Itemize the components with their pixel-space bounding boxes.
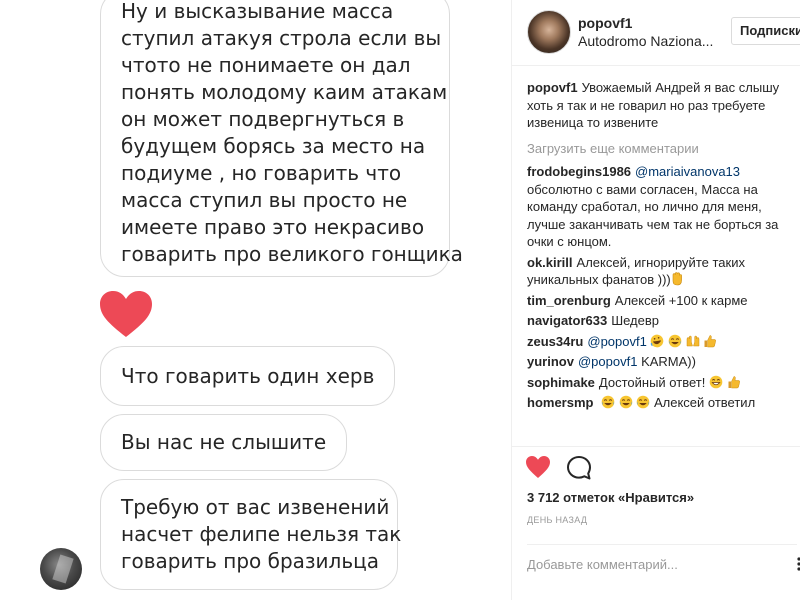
comment-username[interactable]: ok.kirill [527, 255, 573, 270]
tears-of-joy-emoji-icon [668, 334, 682, 347]
thumbs-up-emoji-icon [728, 375, 740, 388]
message-line: ступил атакуя строла если вы [121, 26, 442, 50]
likes-count[interactable]: 3 712 отметок «Нравится» [527, 490, 694, 505]
comment-username[interactable]: navigator633 [527, 313, 607, 328]
post-panel: popovf1 Autodromo Naziona... Подписки po… [511, 0, 800, 600]
tears-of-joy-emoji-icon [601, 395, 615, 409]
comment-username[interactable]: frodobegins1986 [527, 164, 631, 179]
comment-text: Достойный ответ! [598, 374, 706, 390]
tears-of-joy-emoji-icon [637, 395, 650, 409]
message-line: говарить про великого гонщика [121, 242, 463, 266]
raised-hand-emoji-icon [672, 272, 682, 286]
sender-avatar[interactable] [40, 548, 82, 590]
caption: popovf1 Увожаемый Андрей я вас слышу хоть… [527, 79, 800, 132]
load-more-comments-button[interactable]: Загрузить еще комментарии [527, 140, 800, 158]
comment-username[interactable]: homersmp [527, 395, 593, 410]
comment: homersmp Алексей ответил [527, 394, 800, 412]
direct-message-panel: Ну и высказывание масса ступил атакуя ст… [0, 0, 500, 600]
message-bubble: Что говарить один херв [100, 346, 396, 406]
comment-username[interactable]: zeus34ru [527, 334, 583, 349]
message-line: имеете право это некрасиво [121, 215, 425, 239]
tears-of-joy-emoji-icon [619, 395, 633, 409]
post-timestamp[interactable]: день назад [527, 515, 587, 525]
message-line: Ну и высказывание масса [121, 0, 394, 23]
more-options-icon[interactable] [793, 556, 800, 572]
message-line: Требую от вас извенений [121, 495, 390, 519]
comment-text: обсолютно с вами согласен, Масса на кома… [527, 181, 779, 250]
message-bubble: Требую от вас извенений насчет фелипе не… [100, 479, 402, 590]
comment-icon[interactable] [566, 455, 592, 481]
heart-icon [100, 291, 152, 337]
raising-hands-emoji-icon [686, 335, 699, 346]
comment: ok.kirill Алексей, игнорируйте таких уник… [527, 254, 800, 289]
comment-username[interactable]: tim_orenburg [527, 293, 611, 308]
comments-list: popovf1 Увожаемый Андрей я вас слышу хоть… [527, 79, 800, 415]
avatar[interactable] [527, 10, 571, 54]
comment-username[interactable]: sophimake [527, 375, 595, 390]
message-line: будущем борясь за место на [121, 134, 426, 158]
add-comment-section [527, 544, 797, 584]
comment: frodobegins1986 @mariaivanova13 обсолютно… [527, 163, 800, 251]
comment: sophimake Достойный ответ! [527, 374, 800, 392]
comment: yurinov @popovf1 KARMA)) [527, 353, 800, 371]
comment-username[interactable]: yurinov [527, 354, 574, 369]
thumbs-up-emoji-icon [704, 334, 717, 347]
comment: navigator633 Шедевр [527, 312, 800, 330]
grinning-emoji-icon [709, 375, 723, 388]
location-link[interactable]: Autodromo Naziona... [578, 33, 713, 49]
comment-text: Алексей +100 к карме [614, 292, 748, 308]
post-header: popovf1 Autodromo Naziona... Подписки [512, 0, 800, 66]
message-line: масса ступил вы просто не [121, 188, 408, 212]
message-bubble: Ну и высказывание масса ступил атакуя ст… [100, 0, 463, 277]
comment: tim_orenburg Алексей +100 к карме [527, 292, 800, 310]
heart-like-icon[interactable] [525, 455, 551, 479]
comment: zeus34ru @popovf1 [527, 333, 800, 351]
comment-text: KARMA)) [641, 354, 696, 369]
comment-input[interactable] [527, 551, 797, 577]
comment-text: Алексей ответил [653, 395, 756, 410]
message-line: он может подвергнуться в [121, 107, 405, 131]
comment-mention[interactable]: @popovf1 [578, 354, 637, 369]
message-line: подиуме , но говарить что [121, 161, 402, 185]
comment-mention[interactable]: @popovf1 [587, 334, 646, 349]
comment-text: Шедевр [611, 313, 660, 328]
following-button[interactable]: Подписки [731, 17, 800, 45]
message-line: говарить про бразильца [121, 549, 379, 573]
message-line: понять молодому каим атакам [121, 80, 448, 104]
message-text: Вы нас не слышите [121, 430, 327, 454]
message-line: насчет фелипе нельзя так [121, 522, 402, 546]
comment-username[interactable]: popovf1 [527, 80, 578, 95]
rofl-emoji-icon [651, 334, 664, 347]
message-line: чтото не понимаете он дал [121, 53, 411, 77]
comment-mention[interactable]: @mariaivanova13 [635, 164, 740, 179]
message-bubble: Вы нас не слышите [100, 414, 348, 471]
post-actions: 3 712 отметок «Нравится» день назад [512, 446, 800, 600]
author-username[interactable]: popovf1 [578, 15, 632, 31]
message-text: Что говарить один херв [121, 363, 375, 388]
